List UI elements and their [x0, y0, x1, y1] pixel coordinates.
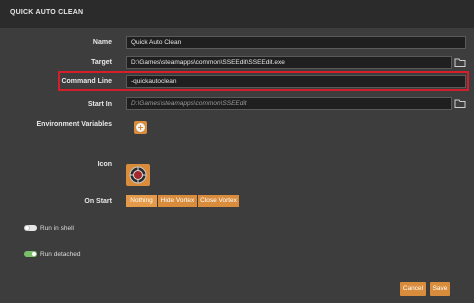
on-start-option-nothing[interactable]: Nothing [126, 195, 157, 207]
target-label: Target [91, 59, 112, 66]
folder-icon [454, 98, 466, 109]
run-detached-label: Run detached [40, 251, 81, 258]
environment-variables-label: Environment Variables [36, 121, 112, 128]
run-in-shell-label: Run in shell [40, 225, 74, 232]
command-line-label: Command Line [61, 78, 112, 85]
dialog-title: QUICK AUTO CLEAN [10, 9, 84, 16]
target-input[interactable]: D:\Games\steamapps\common\SSEEdit\SSEEdi… [126, 56, 452, 69]
name-label: Name [92, 39, 112, 46]
start-in-browse-button[interactable] [454, 98, 466, 109]
on-start-option-hide-vortex[interactable]: Hide Vortex [158, 195, 197, 207]
on-start-option-close-vortex[interactable]: Close Vortex [198, 195, 239, 207]
add-environment-variable-button[interactable] [134, 121, 147, 134]
command-line-input[interactable]: -quickautoclean [126, 75, 466, 88]
cancel-button[interactable]: Cancel [400, 282, 426, 296]
target-browse-button[interactable] [454, 57, 466, 68]
icon-picker-button[interactable] [126, 164, 150, 186]
on-start-label: On Start [84, 198, 112, 205]
folder-icon [454, 57, 466, 68]
start-in-label: Start In [87, 101, 112, 108]
run-in-shell-toggle[interactable] [24, 225, 37, 231]
save-button[interactable]: Save [430, 282, 450, 296]
dialog-titlebar: QUICK AUTO CLEAN [0, 0, 474, 28]
icon-label: Icon [97, 161, 112, 168]
run-detached-toggle[interactable] [24, 251, 37, 257]
name-input[interactable]: Quick Auto Clean [126, 36, 466, 49]
start-in-input[interactable]: D:\Games\steamapps\common\SSEEdit [126, 97, 452, 110]
